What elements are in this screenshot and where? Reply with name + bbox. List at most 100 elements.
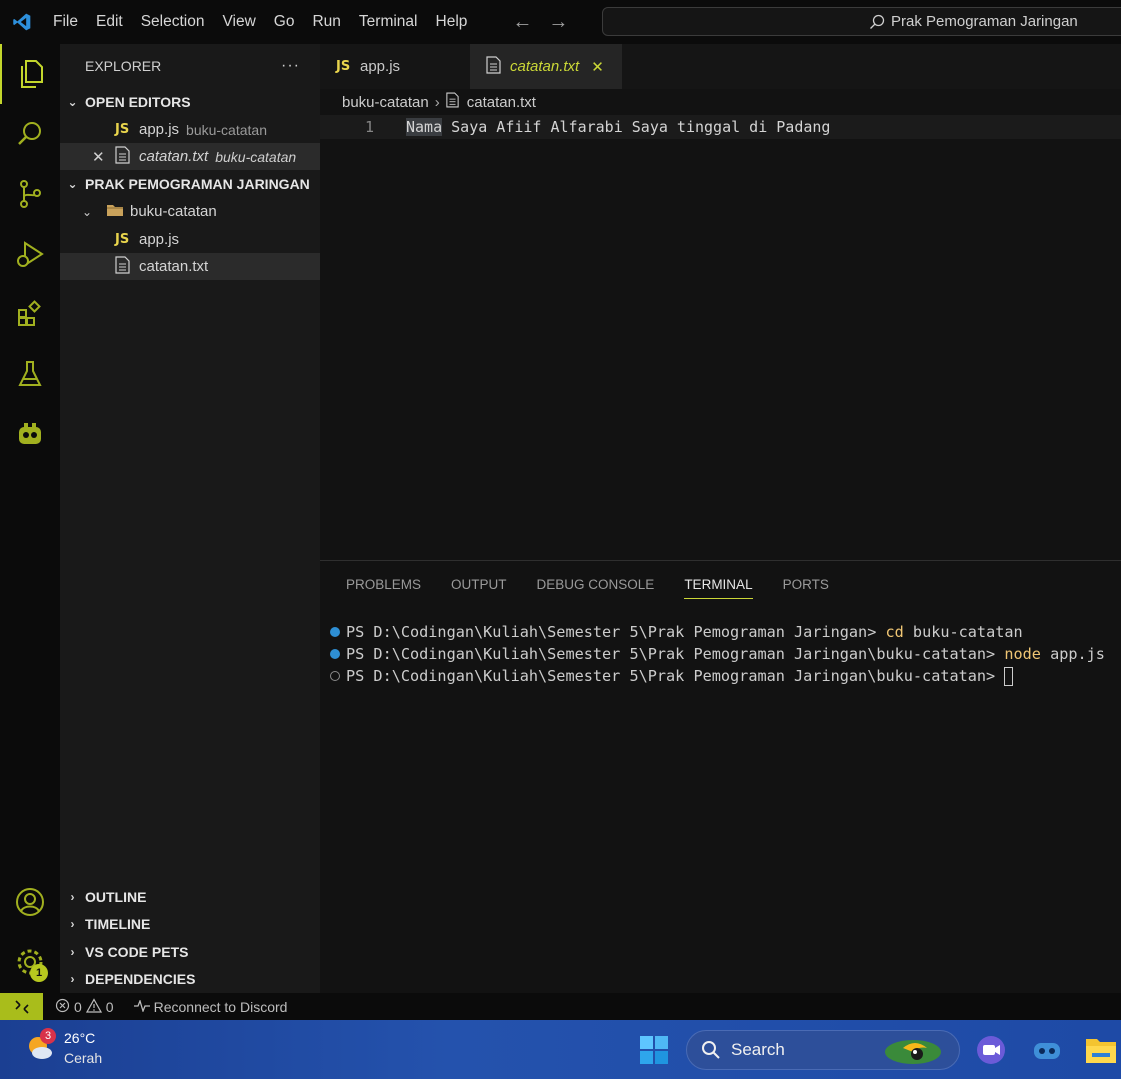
chevron-down-icon: ⌄ xyxy=(67,94,78,109)
open-editors-label: OPEN EDITORS xyxy=(85,93,191,110)
problems-status[interactable]: 0 0 xyxy=(55,997,114,1016)
tab-output[interactable]: OUTPUT xyxy=(451,561,507,607)
text-file-icon xyxy=(446,92,459,112)
vscode-logo-icon xyxy=(0,0,44,44)
tab-close-icon[interactable]: ✕ xyxy=(591,58,604,76)
chevron-down-icon: ⌄ xyxy=(82,204,93,219)
code-editor[interactable]: 1 Nama Saya Afiif Alfarabi Saya tinggal … xyxy=(320,115,1121,560)
tab-debug-console[interactable]: DEBUG CONSOLE xyxy=(537,561,655,607)
breadcrumb-folder[interactable]: buku-catatan xyxy=(342,94,429,111)
activity-bar: 1 xyxy=(0,44,60,993)
menu-bar: File Edit Selection View Go Run Terminal… xyxy=(44,0,476,44)
weather-alert-badge: 3 xyxy=(40,1028,56,1044)
editor-line[interactable]: 1 Nama Saya Afiif Alfarabi Saya tinggal … xyxy=(320,115,1121,139)
warning-count: 0 xyxy=(105,998,114,1015)
menu-view[interactable]: View xyxy=(213,0,264,44)
search-highlight-toucan-icon xyxy=(883,1034,953,1071)
file-name: app.js xyxy=(139,231,180,248)
source-control-icon[interactable] xyxy=(0,164,60,224)
outline-section[interactable]: › OUTLINE xyxy=(60,883,320,910)
panel-tabs: PROBLEMS OUTPUT DEBUG CONSOLE TERMINAL P… xyxy=(320,561,1121,607)
terminal-args: app.js xyxy=(1040,645,1105,663)
breadcrumb-file[interactable]: catatan.txt xyxy=(467,94,536,111)
explorer-icon[interactable] xyxy=(0,44,60,104)
terminal-prompt: PS D:\Codingan\Kuliah\Semester 5\Prak Pe… xyxy=(346,667,1005,685)
terminal-line: PS D:\Codingan\Kuliah\Semester 5\Prak Pe… xyxy=(330,665,1105,687)
tab-problems[interactable]: PROBLEMS xyxy=(346,561,421,607)
timeline-section[interactable]: › TIMELINE xyxy=(60,910,320,937)
text-file-icon xyxy=(486,55,510,78)
chevron-right-icon: › xyxy=(70,916,75,931)
open-editors-section[interactable]: ⌄ OPEN EDITORS xyxy=(60,88,320,115)
run-debug-icon[interactable] xyxy=(0,224,60,284)
pulse-icon xyxy=(133,998,150,1015)
weather-condition: Cerah xyxy=(64,1050,103,1066)
folder-buku-catatan[interactable]: ⌄ buku-catatan xyxy=(60,198,320,225)
command-center-search[interactable]: Prak Pemograman Jaringan xyxy=(602,7,1121,36)
chevron-right-icon: › xyxy=(70,971,75,986)
terminal-cursor xyxy=(1004,666,1014,686)
taskbar-search[interactable]: Search xyxy=(686,1030,960,1070)
account-icon[interactable] xyxy=(0,872,60,932)
open-editor-name: catatan.txt xyxy=(139,148,209,165)
remote-indicator-icon[interactable] xyxy=(0,993,43,1020)
dependencies-section[interactable]: › DEPENDENCIES xyxy=(60,965,320,992)
folder-name: buku-catatan xyxy=(130,203,217,220)
testing-flask-icon[interactable] xyxy=(0,344,60,404)
command-success-dot-icon[interactable] xyxy=(330,649,340,659)
text-file-icon xyxy=(115,255,139,278)
vscode-pets-section[interactable]: › VS CODE PETS xyxy=(60,938,320,965)
javascript-file-icon: JS xyxy=(115,232,130,247)
command-pending-dot-icon xyxy=(330,671,340,681)
meet-video-icon[interactable] xyxy=(974,1033,1008,1067)
javascript-file-icon: JS xyxy=(115,122,130,137)
copilot-icon[interactable] xyxy=(1030,1033,1064,1067)
open-editor-folder: buku-catatan xyxy=(186,121,267,138)
menu-file[interactable]: File xyxy=(44,0,87,44)
windows-taskbar: 3 26°C Cerah Search xyxy=(0,1020,1121,1079)
close-icon[interactable]: ✕ xyxy=(92,148,115,166)
menu-help[interactable]: Help xyxy=(427,0,477,44)
windows-start-icon[interactable] xyxy=(637,1033,671,1067)
section-label: OUTLINE xyxy=(85,888,147,905)
tab-ports[interactable]: PORTS xyxy=(783,561,829,607)
terminal-args: buku-catatan xyxy=(903,623,1023,641)
more-actions-icon[interactable]: ··· xyxy=(281,57,300,75)
project-section[interactable]: ⌄ PRAK PEMOGRAMAN JARINGAN xyxy=(60,170,320,197)
copilot-robot-icon[interactable] xyxy=(0,404,60,464)
open-editor-catatan-txt[interactable]: ✕ catatan.txt buku-catatan xyxy=(60,143,320,170)
command-success-dot-icon[interactable] xyxy=(330,627,340,637)
menu-selection[interactable]: Selection xyxy=(132,0,214,44)
tab-catatan-txt[interactable]: catatan.txt ✕ xyxy=(470,44,622,89)
explorer-title: EXPLORER xyxy=(85,58,162,74)
extensions-icon[interactable] xyxy=(0,284,60,344)
explorer-sidebar: EXPLORER ··· ⌄ OPEN EDITORS JS app.js bu… xyxy=(60,44,320,993)
menu-run[interactable]: Run xyxy=(303,0,349,44)
terminal-command: cd xyxy=(885,623,904,641)
bottom-panel: PROBLEMS OUTPUT DEBUG CONSOLE TERMINAL P… xyxy=(320,560,1121,993)
file-explorer-folder-icon[interactable] xyxy=(1084,1033,1118,1067)
menu-edit[interactable]: Edit xyxy=(87,0,132,44)
tab-app-js[interactable]: JS app.js xyxy=(320,44,470,89)
tab-terminal[interactable]: TERMINAL xyxy=(684,561,753,607)
file-catatan-txt[interactable]: catatan.txt xyxy=(60,253,320,280)
open-editor-app-js[interactable]: JS app.js buku-catatan xyxy=(60,116,320,143)
settings-gear-icon[interactable] xyxy=(0,932,60,992)
terminal[interactable]: PS D:\Codingan\Kuliah\Semester 5\Prak Pe… xyxy=(330,621,1105,687)
weather-widget[interactable]: 3 26°C Cerah xyxy=(24,1028,102,1068)
javascript-file-icon: JS xyxy=(336,59,351,74)
selected-text: Nama xyxy=(406,118,443,136)
error-icon xyxy=(55,998,70,1016)
weather-temperature: 26°C xyxy=(64,1030,96,1046)
taskbar-search-label: Search xyxy=(731,1040,785,1059)
search-icon[interactable] xyxy=(0,104,60,164)
menu-terminal[interactable]: Terminal xyxy=(350,0,427,44)
file-app-js[interactable]: JS app.js xyxy=(60,226,320,253)
open-editor-name: app.js xyxy=(139,121,180,138)
forward-arrow-icon[interactable]: → xyxy=(548,11,568,34)
back-arrow-icon[interactable]: ← xyxy=(512,11,532,34)
discord-status[interactable]: Reconnect to Discord xyxy=(133,998,287,1015)
terminal-command: node xyxy=(1004,645,1041,663)
editor-tabs: JS app.js catatan.txt ✕ xyxy=(320,44,1121,89)
menu-go[interactable]: Go xyxy=(265,0,304,44)
